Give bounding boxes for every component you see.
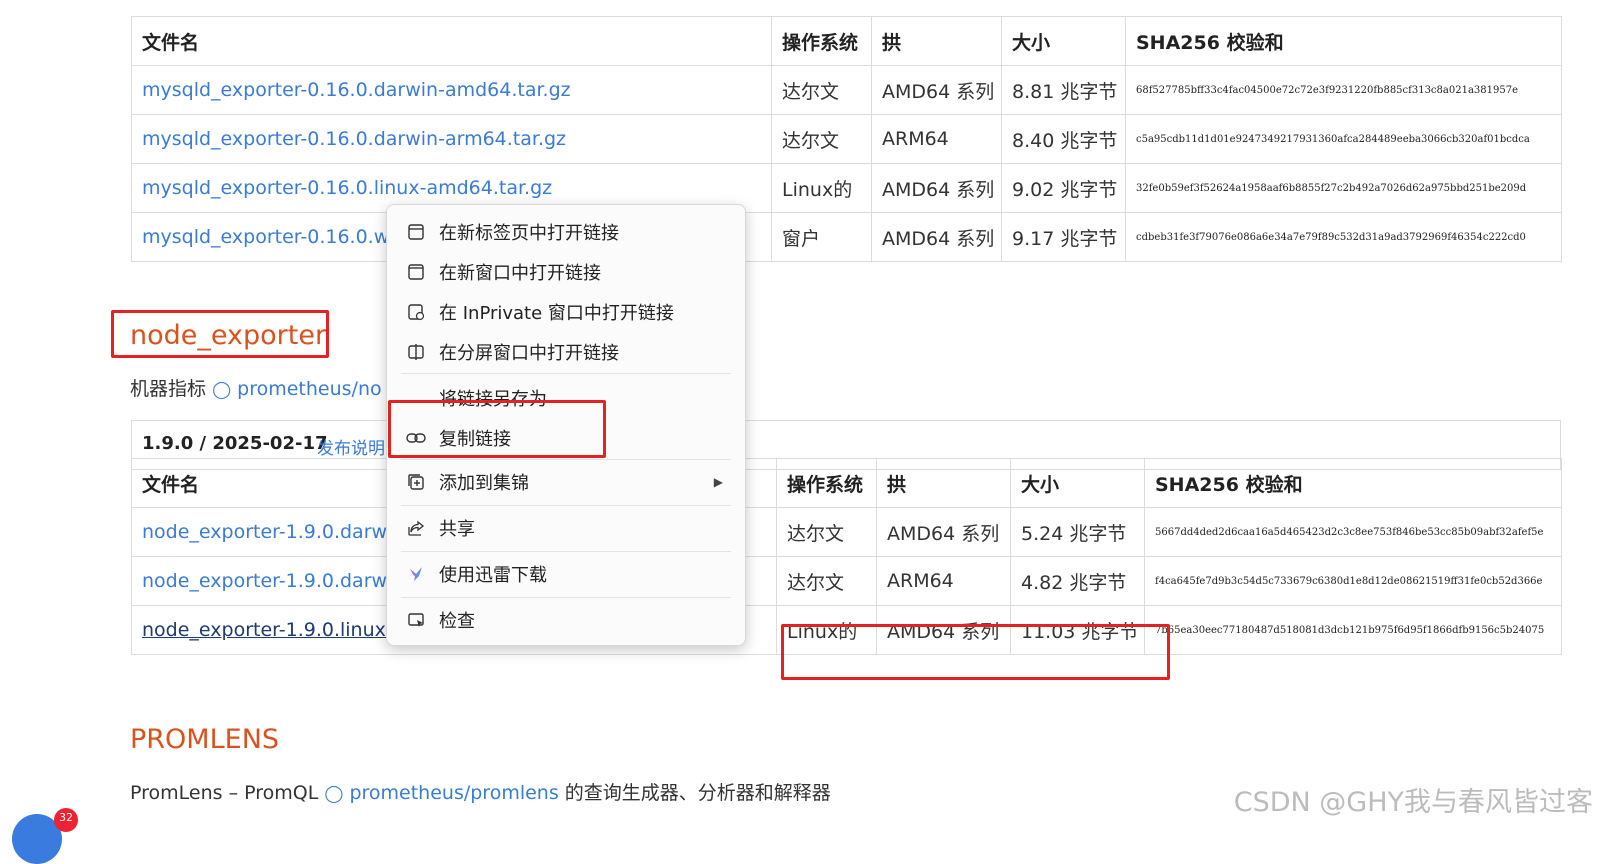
promlens-desc-suffix: 的查询生成器、分析器和解释器 xyxy=(564,782,831,804)
size-cell: 9.17 兆字节 xyxy=(1001,212,1126,262)
highlight-box-title xyxy=(111,310,329,358)
desc-prefix: 机器指标 xyxy=(130,378,207,400)
menu-separator xyxy=(401,373,731,374)
menu-separator xyxy=(401,459,731,460)
new-window-icon xyxy=(393,263,439,281)
table-row: mysqld_exporter-0.16.0.darwin-amd64.tar.… xyxy=(131,65,1562,115)
arch-cell: ARM64 xyxy=(876,556,1011,606)
highlight-box-copy-link xyxy=(388,400,606,458)
share-icon xyxy=(393,519,439,537)
col-filename: 文件名 xyxy=(131,16,772,66)
promlens-repo-link[interactable]: prometheus/promlens xyxy=(349,782,558,804)
menu-share[interactable]: 共享 xyxy=(393,509,737,547)
size-cell: 9.02 兆字节 xyxy=(1001,163,1126,213)
sha-cell: 68f527785bff33c4fac04500e72c72e3f9231220… xyxy=(1125,65,1562,115)
arch-cell: AMD64 系列 xyxy=(876,507,1011,557)
table-row: mysqld_exporter-0.16.0.darwin-arm64.tar.… xyxy=(131,114,1562,164)
menu-open-new-tab[interactable]: 在新标签页中打开链接 xyxy=(393,213,737,251)
sha-cell: c5a95cdb11d1d01e9247349217931360afca2844… xyxy=(1125,114,1562,164)
menu-open-split-screen[interactable]: 在分屏窗口中打开链接 xyxy=(393,333,737,371)
download-link[interactable]: mysqld_exporter-0.16.0.darwin-arm64.tar.… xyxy=(131,114,772,164)
thunder-icon xyxy=(393,565,439,583)
menu-open-inprivate[interactable]: 在 InPrivate 窗口中打开链接 xyxy=(393,293,737,331)
col-arch: 拱 xyxy=(876,458,1011,508)
menu-label: 在新窗口中打开链接 xyxy=(439,263,601,284)
arch-cell: AMD64 系列 xyxy=(871,212,1002,262)
download-link[interactable]: mysqld_exporter-0.16.0.darwin-amd64.tar.… xyxy=(131,65,772,115)
arch-cell: ARM64 xyxy=(871,114,1002,164)
arch-cell: AMD64 系列 xyxy=(871,65,1002,115)
col-os: 操作系统 xyxy=(776,458,877,508)
promlens-desc: PromLens – PromQL ◯ prometheus/promlens … xyxy=(130,778,831,805)
menu-add-to-collections[interactable]: 添加到集锦 ▶ xyxy=(393,463,737,501)
notification-badge: 32 xyxy=(54,808,78,832)
menu-label: 在分屏窗口中打开链接 xyxy=(439,343,619,364)
chevron-right-icon: ▶ xyxy=(713,475,723,489)
col-arch: 拱 xyxy=(871,16,1002,66)
os-cell: 达尔文 xyxy=(771,114,872,164)
os-cell: 达尔文 xyxy=(776,507,877,557)
table-row: mysqld_exporter-0.16.0.wi 窗户 AMD64 系列 9.… xyxy=(131,212,1562,262)
os-cell: 达尔文 xyxy=(771,65,872,115)
table-header-row: 文件名 操作系统 拱 大小 SHA256 校验和 xyxy=(131,16,1562,66)
menu-label: 在新标签页中打开链接 xyxy=(439,223,619,244)
menu-separator xyxy=(401,505,731,506)
col-sha256: SHA256 校验和 xyxy=(1125,16,1562,66)
github-icon: ◯ xyxy=(212,380,232,400)
split-screen-icon xyxy=(393,343,439,361)
mysqld-exporter-table: 文件名 操作系统 拱 大小 SHA256 校验和 mysqld_exporter… xyxy=(131,16,1562,262)
sha-cell: 32fe0b59ef3f52624a1958aaf6b8855f27c2b492… xyxy=(1125,163,1562,213)
collections-icon xyxy=(393,472,439,492)
menu-separator xyxy=(401,597,731,598)
github-icon: ◯ xyxy=(324,784,344,804)
col-size: 大小 xyxy=(1010,458,1145,508)
menu-label: 添加到集锦 xyxy=(439,473,529,494)
version-label: 1.9.0 / 2025-02-17 xyxy=(142,433,328,454)
size-cell: 5.24 兆字节 xyxy=(1010,507,1145,557)
promlens-desc-prefix: PromLens – PromQL xyxy=(130,782,319,804)
size-cell: 8.81 兆字节 xyxy=(1001,65,1126,115)
table-row: mysqld_exporter-0.16.0.linux-amd64.tar.g… xyxy=(131,163,1562,213)
os-cell: 达尔文 xyxy=(776,556,877,606)
menu-label: 检查 xyxy=(439,611,475,632)
inspect-icon xyxy=(393,611,439,629)
table-row: node_exporter-1.9.0.darwi 达尔文 ARM64 4.82… xyxy=(131,556,1562,606)
arch-cell: AMD64 系列 xyxy=(871,163,1002,213)
node-exporter-desc: 机器指标 ◯ prometheus/no xyxy=(130,374,382,401)
col-os: 操作系统 xyxy=(771,16,872,66)
promlens-title: PROMLENS xyxy=(130,724,280,755)
release-notes-link[interactable]: 发布说明 xyxy=(317,434,385,459)
menu-inspect[interactable]: 检查 xyxy=(393,601,737,639)
highlight-box-linux-row xyxy=(781,624,1170,680)
menu-open-new-window[interactable]: 在新窗口中打开链接 xyxy=(393,253,737,291)
size-cell: 4.82 兆字节 xyxy=(1010,556,1145,606)
menu-thunder-download[interactable]: 使用迅雷下载 xyxy=(393,555,737,593)
menu-label: 在 InPrivate 窗口中打开链接 xyxy=(439,303,674,324)
os-cell: Linux的 xyxy=(771,163,872,213)
repo-link[interactable]: prometheus/no xyxy=(237,378,381,400)
col-sha256: SHA256 校验和 xyxy=(1144,458,1562,508)
sha-cell: 5667dd4ded2d6caa16a5d465423d2c3c8ee753f8… xyxy=(1144,507,1562,557)
size-cell: 8.40 兆字节 xyxy=(1001,114,1126,164)
watermark: CSDN @GHY我与春风皆过客 xyxy=(1233,787,1593,818)
inprivate-icon xyxy=(393,303,439,321)
sha-cell: cdbeb31fe3f79076e086a6e34a7e79f89c532d31… xyxy=(1125,212,1562,262)
new-tab-icon xyxy=(393,223,439,241)
menu-label: 使用迅雷下载 xyxy=(439,565,547,586)
os-cell: 窗户 xyxy=(771,212,872,262)
sha-cell: 7b65ea30eec77180487d518081d3dcb121b975f6… xyxy=(1144,605,1562,655)
table-header-row: 文件名 操作系统 拱 大小 SHA256 校验和 xyxy=(131,458,1562,508)
col-size: 大小 xyxy=(1001,16,1126,66)
table-row: node_exporter-1.9.0.darwi 达尔文 AMD64 系列 5… xyxy=(131,507,1562,557)
sha-cell: f4ca645fe7d9b3c54d5c733679c6380d1e8d12de… xyxy=(1144,556,1562,606)
menu-label: 共享 xyxy=(439,519,475,540)
menu-separator xyxy=(401,551,731,552)
